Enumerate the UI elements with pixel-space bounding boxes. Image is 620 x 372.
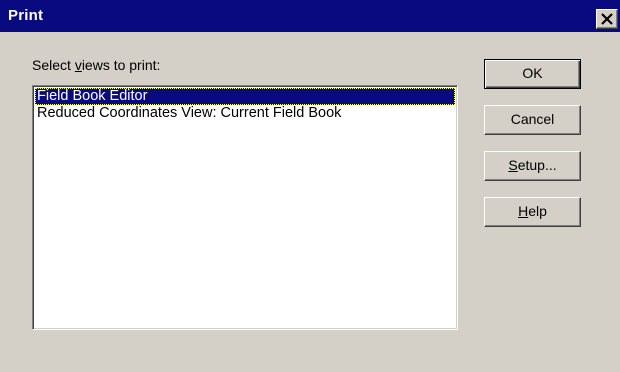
close-icon xyxy=(601,13,613,25)
help-button[interactable]: Help xyxy=(484,197,581,227)
title-bar[interactable]: Print xyxy=(0,0,620,32)
close-button[interactable] xyxy=(596,9,618,29)
print-dialog: Print Select views to print: Field Book … xyxy=(0,0,620,372)
list-item[interactable]: Reduced Coordinates View: Current Field … xyxy=(35,105,455,122)
ok-button[interactable]: OK xyxy=(484,59,581,89)
views-listbox[interactable]: Field Book Editor Reduced Coordinates Vi… xyxy=(32,85,458,330)
list-item[interactable]: Field Book Editor xyxy=(35,88,455,105)
setup-button[interactable]: Setup... xyxy=(484,151,581,181)
dialog-title: Print xyxy=(8,7,44,24)
select-views-label: Select views to print: xyxy=(32,57,161,73)
cancel-button[interactable]: Cancel xyxy=(484,105,581,135)
